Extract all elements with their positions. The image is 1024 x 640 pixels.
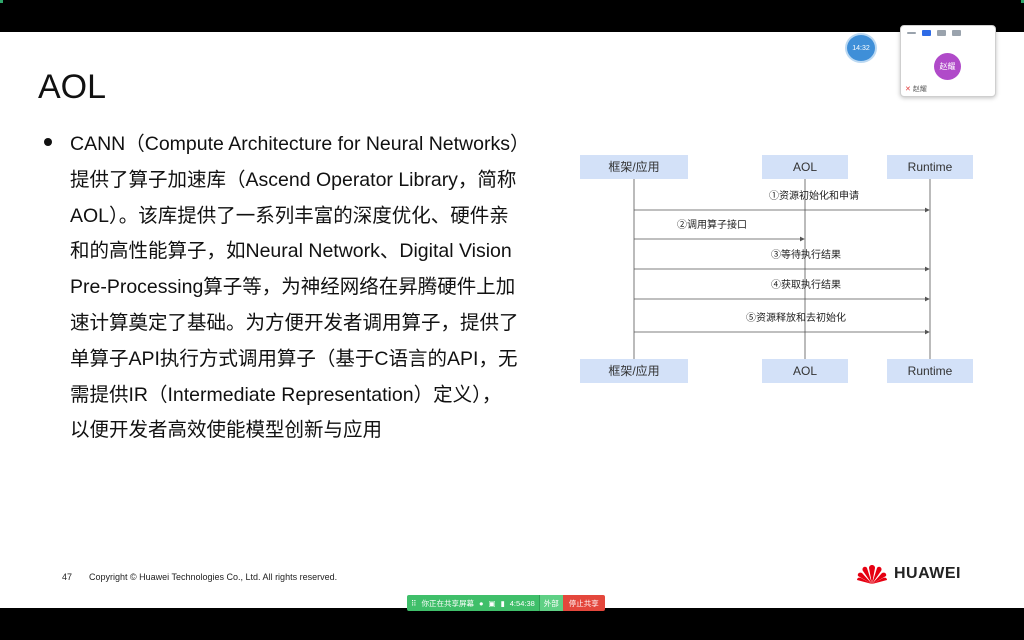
stop-sharing-button[interactable]: 停止共享: [562, 595, 605, 611]
speaker-view-icon[interactable]: [922, 30, 931, 36]
mic-muted-icon: ✕: [905, 86, 911, 93]
bullet-icon: [44, 138, 52, 146]
participant-label: 框架/应用: [608, 159, 659, 174]
huawei-logo: HUAWEI: [856, 562, 961, 586]
slide-title: AOL: [38, 68, 107, 106]
message-label: ②调用算子接口: [677, 218, 747, 231]
message-label: ⑤资源释放和去初始化: [746, 311, 846, 324]
bottom-black-bar: [0, 608, 1024, 640]
floating-clock-bubble[interactable]: 14:32: [845, 33, 877, 63]
body-text-line: 和的高性能算子，如Neural Network、Digital Vision: [70, 240, 512, 263]
body-text-line: Pre-Processing算子等，为神经网络在昇腾硬件上加: [70, 276, 516, 299]
list-view-icon[interactable]: [937, 30, 946, 36]
share-status-group: ⠿ 你正在共享屏幕 ● ▣ ▮ 4:54:38: [407, 595, 539, 611]
presentation-slide: AOL CANN（Compute Architecture for Neural…: [0, 32, 1024, 608]
body-text-line: 单算子API执行方式调用算子（基于C语言的API，无: [70, 347, 518, 370]
message-label: ①资源初始化和申请: [769, 189, 859, 202]
message-label: ④获取执行结果: [771, 278, 841, 291]
body-text-line: 需提供IR（Intermediate Representation）定义），: [70, 383, 502, 406]
grid-view-icon[interactable]: [952, 30, 961, 36]
sequence-diagram: 框架/应用框架/应用AOLAOLRuntimeRuntime①资源初始化和申请②…: [580, 155, 973, 383]
participant-label: AOL: [793, 160, 817, 174]
screen-share-bar: ⠿ 你正在共享屏幕 ● ▣ ▮ 4:54:38 外部 停止共享: [407, 595, 605, 611]
drag-handle-icon[interactable]: ⠿: [411, 599, 417, 608]
participant-label: AOL: [793, 364, 817, 378]
top-black-bar: [0, 0, 1024, 32]
meeting-video-widget[interactable]: 赵耀 ✕ 赵耀: [900, 25, 996, 97]
body-text-line: 提供了算子加速库（Ascend Operator Library，简称: [70, 168, 517, 191]
huawei-wordmark: HUAWEI: [894, 565, 961, 582]
message-label: ③等待执行结果: [771, 248, 841, 261]
widget-toolbar: [907, 30, 961, 36]
mic-icon[interactable]: ●: [479, 599, 484, 608]
external-badge: 外部: [538, 595, 563, 611]
body-text-line: 以便开发者高效使能模型创新与应用: [70, 419, 383, 442]
participant-label: Runtime: [908, 160, 953, 174]
slide-body-text: CANN（Compute Architecture for Neural Net…: [70, 127, 568, 449]
screen-icon[interactable]: ▣: [489, 599, 496, 608]
share-timer: 4:54:38: [509, 598, 535, 608]
participant-label: Runtime: [908, 364, 953, 378]
avatar: 赵耀: [934, 53, 961, 80]
body-text-line: CANN（Compute Architecture for Neural Net…: [70, 133, 530, 155]
minimize-icon[interactable]: [907, 32, 916, 34]
slide-page-number: 47: [62, 572, 73, 582]
body-text-line: AOL）。该库提供了一系列丰富的深度优化、硬件亲: [70, 204, 509, 227]
participant-label: ✕ 赵耀: [905, 84, 927, 94]
body-text-line: 速计算奠定了基础。为方便开发者调用算子，提供了: [70, 311, 519, 334]
signal-icon: ▮: [500, 598, 505, 608]
slide-copyright: Copyright © Huawei Technologies Co., Ltd…: [89, 572, 338, 582]
participant-name: 赵耀: [912, 86, 927, 93]
huawei-flower-icon: [857, 565, 887, 584]
share-status-text: 你正在共享屏幕: [421, 598, 475, 608]
participant-label: 框架/应用: [608, 363, 659, 378]
window-corner: [0, 0, 3, 3]
